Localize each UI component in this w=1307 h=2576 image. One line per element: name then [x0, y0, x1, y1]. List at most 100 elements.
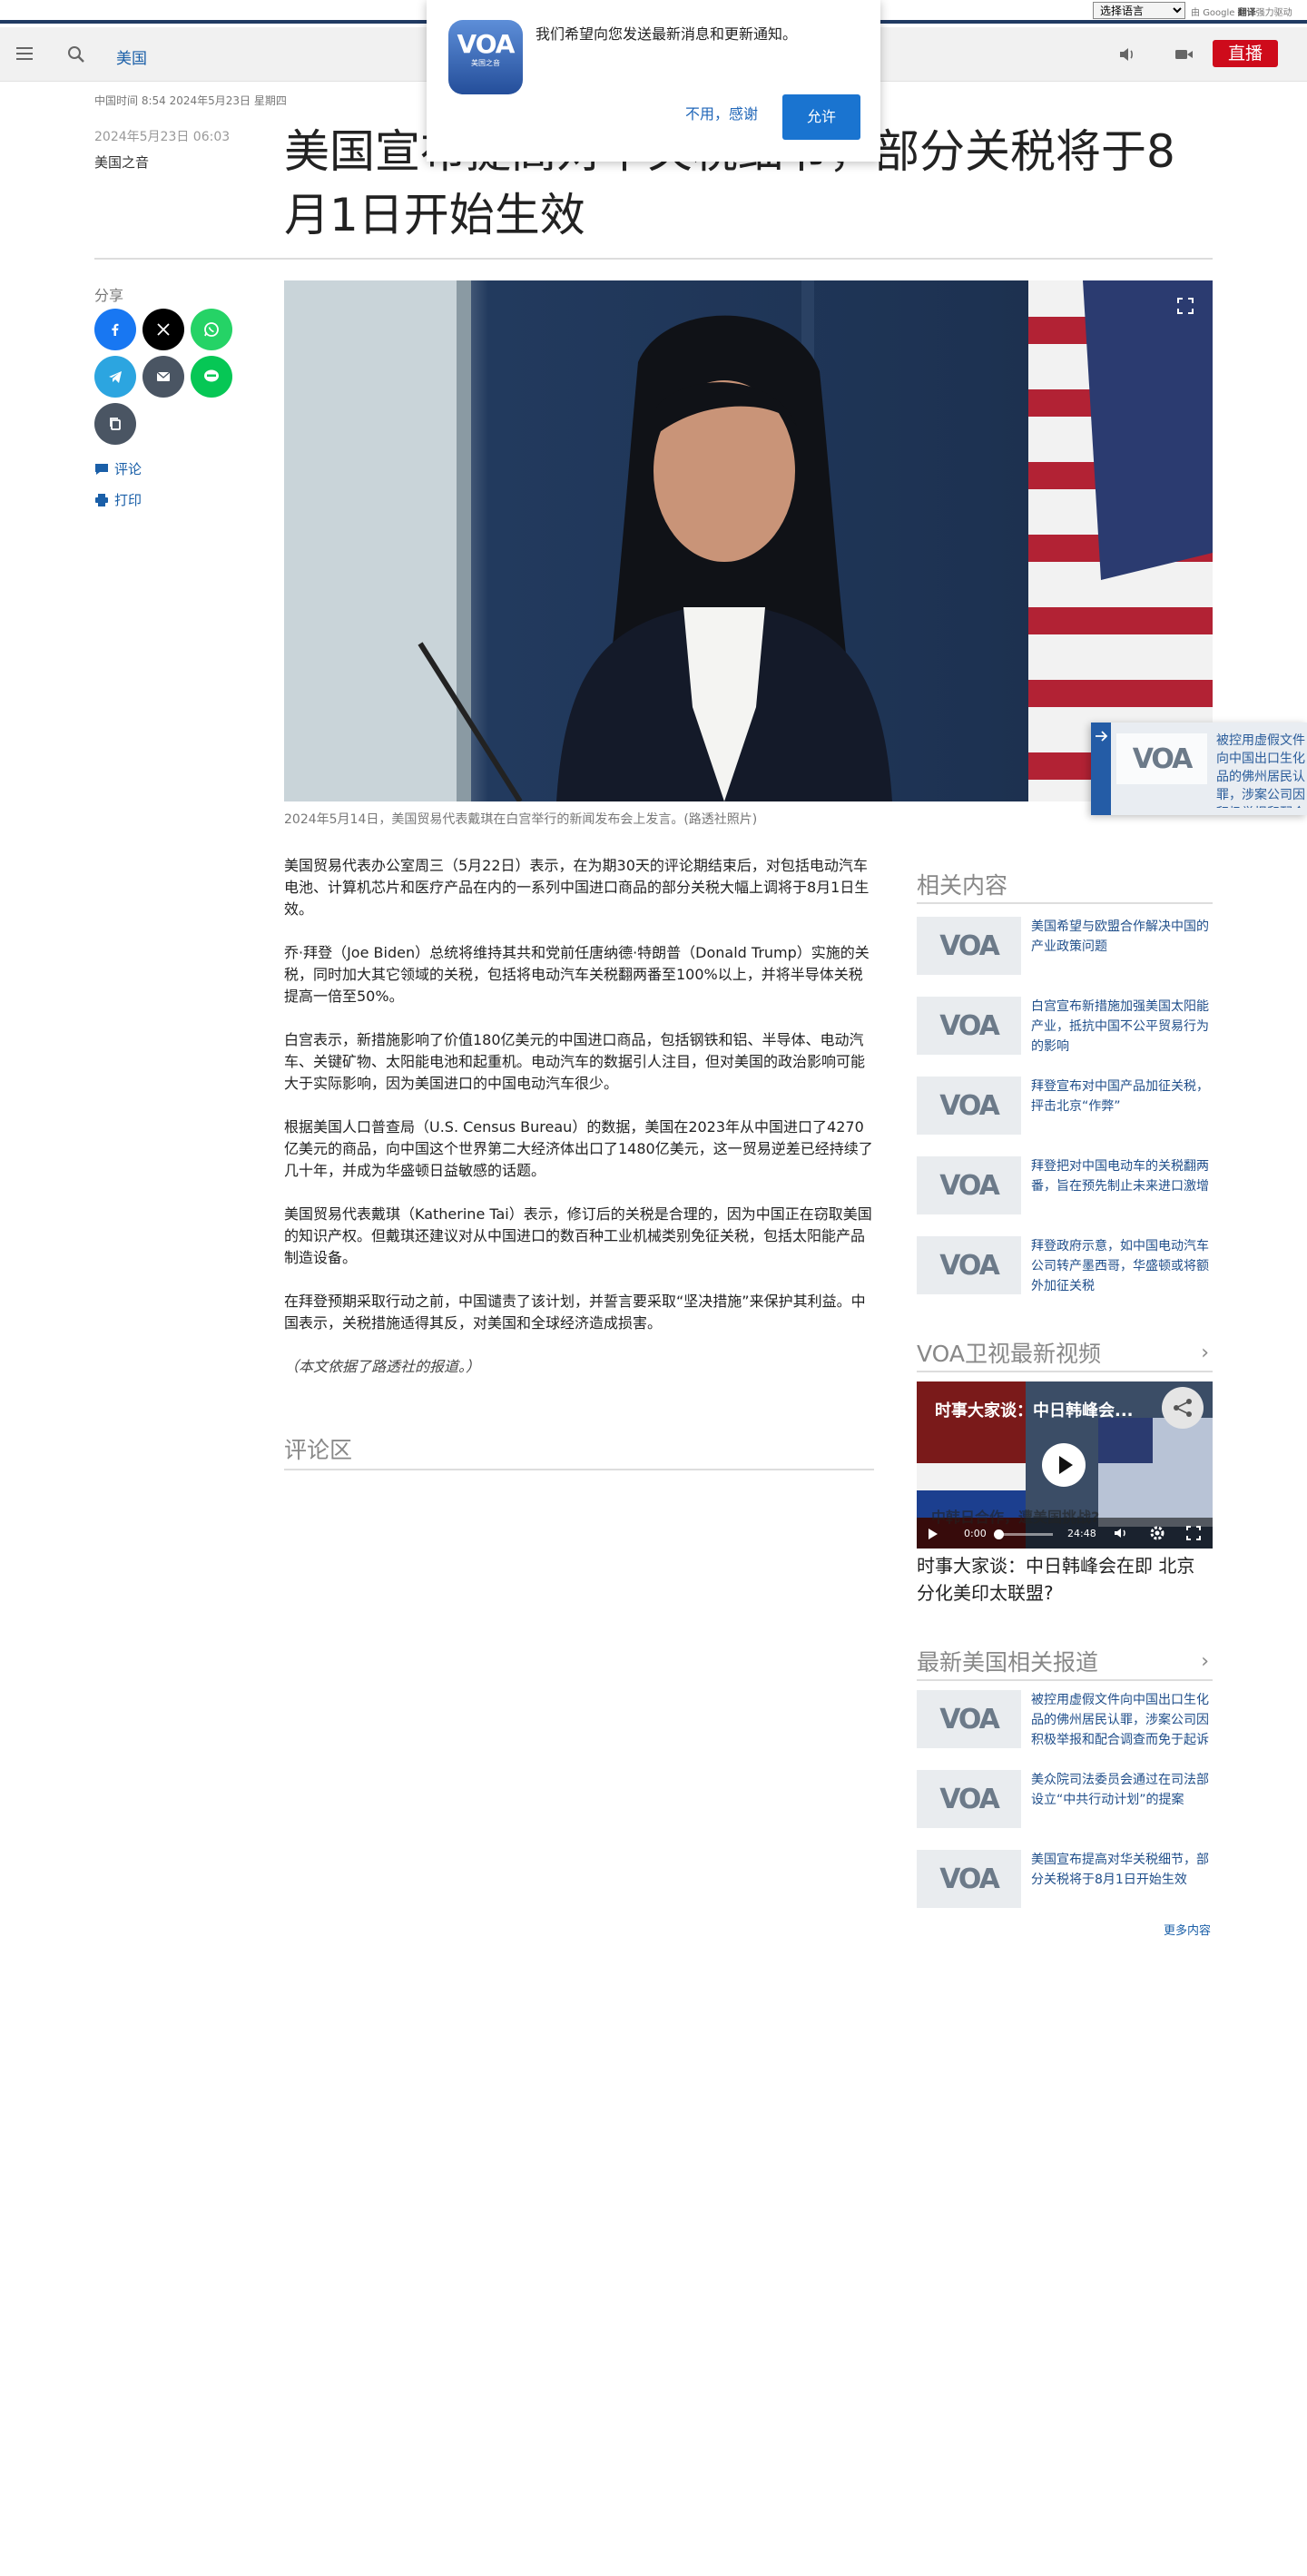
- telegram-share-icon[interactable]: [94, 356, 136, 398]
- float-card-bar: [1091, 723, 1111, 815]
- video-section-heading[interactable]: VOA卫视最新视频 ›: [917, 1336, 1213, 1372]
- video-player[interactable]: 时事大家谈：中日韩峰会... 中韩日合作，遭美国挑战? 0:00 24:48: [917, 1381, 1213, 1549]
- notification-message: 我们希望向您发送最新消息和更新通知。: [536, 25, 798, 43]
- article-paragraph: 根据美国人口普查局（U.S. Census Bureau）的数据，美国在2023…: [284, 1118, 873, 1179]
- x-share-icon[interactable]: [142, 309, 184, 350]
- print-link[interactable]: 打印: [94, 490, 142, 509]
- related-item-title: 拜登宣布对中国产品加征关税，抨击北京“作弊”: [1031, 1079, 1209, 1114]
- voa-logo-icon: VOA: [939, 1009, 1000, 1042]
- article-paragraph: 美国贸易代表戴琪（Katherine Tai）表示，修订后的关税是合理的，因为中…: [284, 1205, 872, 1266]
- latest-thumbnail: VOA: [917, 1770, 1021, 1828]
- latest-us-item[interactable]: VOA 美国宣布提高对华关税细节，部分关税将于8月1日开始生效: [917, 1850, 1213, 1910]
- share-icon[interactable]: [1162, 1387, 1204, 1429]
- article-paragraph: 在拜登预期采取行动之前，中国谴责了该计划，并誓言要采取“坚决措施”来保护其利益。…: [284, 1293, 866, 1332]
- comments-link-label: 评论: [114, 461, 142, 477]
- related-thumbnail: VOA: [917, 1077, 1021, 1135]
- search-icon[interactable]: [64, 42, 89, 67]
- related-item[interactable]: VOA 白宫宣布新措施加强美国太阳能产业，抵抗中国不公平贸易行为的影响: [917, 997, 1213, 1057]
- video-time-total: 24:48: [1067, 1528, 1096, 1539]
- google-translate-credit: 由 Google 翻译强力驱动: [1191, 5, 1292, 18]
- article-paragraph: 美国贸易代表办公室周三（5月22日）表示，在为期30天的评论期结束后，对包括电动…: [284, 857, 870, 918]
- comments-link[interactable]: 评论: [94, 459, 142, 478]
- play-control-icon[interactable]: [926, 1527, 938, 1539]
- fullscreen-icon[interactable]: [1176, 297, 1194, 315]
- print-link-label: 打印: [114, 492, 142, 508]
- fullscreen-icon[interactable]: [1185, 1525, 1202, 1541]
- video-time-current: 0:00: [964, 1528, 987, 1539]
- chevron-right-icon: ›: [1201, 1342, 1209, 1364]
- related-heading: 相关内容: [917, 868, 1213, 904]
- latest-item-title: 被控用虚假文件向中国出口生化品的佛州居民认罪，涉案公司因积极举报和配合调查而免于…: [1031, 1693, 1209, 1747]
- share-label: 分享: [94, 287, 124, 304]
- latest-us-list: VOA 被控用虚假文件向中国出口生化品的佛州居民认罪，涉案公司因积极举报和配合调…: [917, 1690, 1213, 1908]
- latest-item-title: 美众院司法委员会通过在司法部设立“中共行动计划”的提案: [1031, 1773, 1209, 1807]
- volume-icon[interactable]: [1113, 1525, 1129, 1541]
- facebook-share-icon[interactable]: [94, 309, 136, 350]
- float-card-thumbnail: VOA: [1116, 733, 1207, 784]
- article-body: 美国贸易代表办公室周三（5月22日）表示，在为期30天的评论期结束后，对包括电动…: [284, 855, 874, 1400]
- live-button[interactable]: 直播: [1213, 40, 1278, 67]
- powered-suffix: 强力驱动: [1255, 8, 1292, 18]
- video-section: VOA卫视最新视频 ›: [917, 1336, 1213, 1372]
- latest-us-heading[interactable]: 最新美国相关报道 ›: [917, 1645, 1213, 1681]
- voa-logo-icon: VOA: [939, 1249, 1000, 1282]
- voa-app-logo: VOA 美国之音: [448, 20, 523, 94]
- language-select[interactable]: 选择语言: [1093, 2, 1185, 19]
- chevron-right-icon: ›: [1201, 1650, 1209, 1673]
- nav-section-link[interactable]: 美国: [116, 45, 147, 68]
- copy-link-icon[interactable]: [94, 403, 136, 445]
- video-camera-icon[interactable]: [1173, 44, 1196, 65]
- play-button-icon[interactable]: [1042, 1443, 1086, 1487]
- email-share-icon[interactable]: [142, 356, 184, 398]
- more-content-link[interactable]: 更多内容: [1164, 1921, 1211, 1938]
- video-heading-label: VOA卫视最新视频: [917, 1341, 1102, 1367]
- voa-logo-icon: VOA: [939, 1703, 1000, 1735]
- floating-related-card[interactable]: VOA 被控用虚假文件向中国出口生化品的佛州居民认罪，涉案公司因积极举报和配合调…: [1091, 723, 1307, 815]
- whatsapp-share-icon[interactable]: [191, 309, 232, 350]
- voa-logo-icon: VOA: [939, 929, 1000, 962]
- related-thumbnail: VOA: [917, 917, 1021, 975]
- latest-us-item[interactable]: VOA 被控用虚假文件向中国出口生化品的佛州居民认罪，涉案公司因积极举报和配合调…: [917, 1690, 1213, 1750]
- video-title-link[interactable]: 时事大家谈：中日韩峰会在即 北京分化美印太联盟?: [917, 1552, 1213, 1607]
- video-progress-track[interactable]: [994, 1529, 1053, 1539]
- author-link[interactable]: 美国之音: [94, 152, 149, 172]
- latest-item-title: 美国宣布提高对华关税细节，部分关税将于8月1日开始生效: [1031, 1853, 1209, 1887]
- allow-notifications-button[interactable]: 允许: [782, 94, 860, 140]
- voa-logo-icon: VOA: [1132, 742, 1194, 775]
- related-item[interactable]: VOA 美国希望与欧盟合作解决中国的产业政策问题: [917, 917, 1213, 977]
- related-item-title: 白宫宣布新措施加强美国太阳能产业，抵抗中国不公平贸易行为的影响: [1031, 999, 1209, 1054]
- publish-date: 2024年5月23日 06:03: [94, 130, 231, 144]
- article-credit: （本文依据了路透社的报道。）: [284, 1358, 481, 1375]
- latest-thumbnail: VOA: [917, 1850, 1021, 1908]
- powered-prefix: 由: [1191, 8, 1200, 18]
- latest-us-heading-label: 最新美国相关报道: [917, 1649, 1099, 1676]
- related-thumbnail: VOA: [917, 997, 1021, 1055]
- comments-heading: 评论区: [284, 1432, 874, 1470]
- latest-us-item[interactable]: VOA 美众院司法委员会通过在司法部设立“中共行动计划”的提案: [917, 1770, 1213, 1830]
- powered-google: Google: [1203, 8, 1235, 18]
- line-share-icon[interactable]: [191, 356, 232, 398]
- photo-caption: 2024年5月14日，美国贸易代表戴琪在白宫举行的新闻发布会上发言。(路透社照片…: [284, 812, 758, 827]
- related-item[interactable]: VOA 拜登宣布对中国产品加征关税，抨击北京“作弊”: [917, 1077, 1213, 1136]
- latest-us-section: 最新美国相关报道 ›: [917, 1645, 1213, 1681]
- latest-thumbnail: VOA: [917, 1690, 1021, 1748]
- related-item-title: 美国希望与欧盟合作解决中国的产业政策问题: [1031, 919, 1209, 954]
- video-progress-handle[interactable]: [994, 1529, 1004, 1539]
- related-item[interactable]: VOA 拜登政府示意，如中国电动汽车公司转产墨西哥，华盛顿或将额外加征关税: [917, 1236, 1213, 1296]
- settings-gear-icon[interactable]: [1149, 1525, 1165, 1541]
- arrow-right-icon: [1096, 731, 1108, 742]
- voa-logo-icon: VOA: [939, 1783, 1000, 1815]
- voa-logo-icon: VOA: [939, 1089, 1000, 1122]
- decline-notifications-button[interactable]: 不用，感谢: [672, 94, 771, 134]
- related-item[interactable]: VOA 拜登把对中国电动车的关税翻两番，旨在预先制止未来进口激增: [917, 1156, 1213, 1216]
- printer-icon: [95, 493, 108, 506]
- article-paragraph: 白宫表示，新措施影响了价值180亿美元的中国进口商品，包括钢铁和铝、半导体、电动…: [284, 1031, 866, 1092]
- related-item-title: 拜登把对中国电动车的关税翻两番，旨在预先制止未来进口激增: [1031, 1159, 1209, 1194]
- powered-translate[interactable]: 翻译: [1238, 8, 1256, 18]
- float-card-text: 被控用虚假文件向中国出口生化品的佛州居民认罪，涉案公司因积极举报和配合调查而免于…: [1216, 733, 1305, 808]
- notification-prompt: VOA 美国之音 我们希望向您发送最新消息和更新通知。 不用，感谢 允许: [427, 0, 880, 162]
- voa-logo-icon: VOA: [939, 1863, 1000, 1895]
- hamburger-menu-icon[interactable]: [15, 44, 34, 64]
- dateline: 中国时间 8:54 2024年5月23日 星期四: [94, 94, 287, 107]
- audio-icon[interactable]: [1116, 44, 1138, 65]
